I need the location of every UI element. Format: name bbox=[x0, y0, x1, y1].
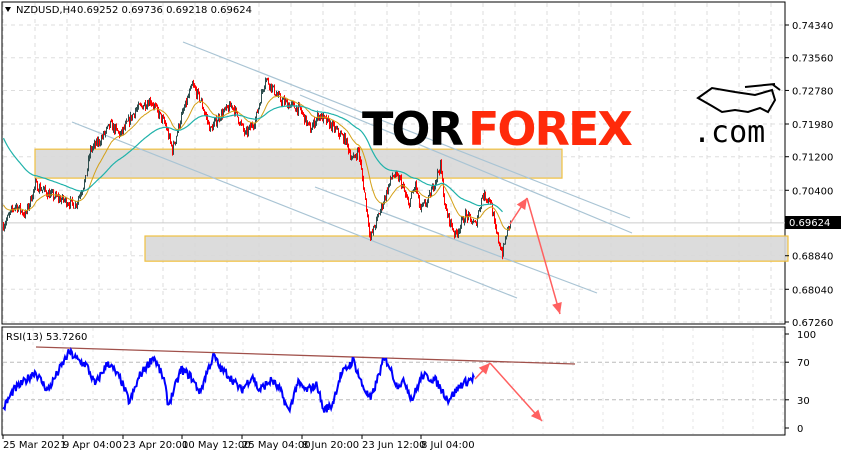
price-zone bbox=[144, 235, 789, 262]
price-tick-label: 0.67260 bbox=[792, 318, 833, 329]
rsi-tick-label: 30 bbox=[797, 396, 810, 407]
logo-text-com: .com bbox=[693, 115, 765, 150]
time-tick-label: 8 Jun 20:00 bbox=[302, 440, 359, 451]
time-tick-label: 8 Jul 04:00 bbox=[421, 440, 475, 451]
time-axis: 25 Mar 20219 Apr 04:00 23 Apr 20:0010 May… bbox=[2, 435, 475, 451]
time-tick-label: 23 Apr 20:00 bbox=[123, 440, 188, 451]
price-tick-label: 0.73560 bbox=[792, 54, 833, 65]
chart-header: NZDUSD,H4 0.69252 0.69736 0.69218 0.6962… bbox=[5, 5, 252, 16]
price-tick-label: 0.72780 bbox=[792, 86, 833, 97]
time-tick-label: 25 Mar 2021 bbox=[3, 440, 66, 451]
time-tick-label: 10 May 12:00 bbox=[182, 440, 251, 451]
price-tick-label: 0.68040 bbox=[792, 285, 833, 296]
price-tick-label: 0.70400 bbox=[792, 186, 833, 197]
current-price-label: 0.69624 bbox=[789, 218, 830, 229]
price-axis: 0.74340 0.73560 0.72780 0.71980 0.71200 0.704… bbox=[785, 21, 833, 329]
price-tick-label: 0.71980 bbox=[792, 120, 833, 131]
symbol-label: NZDUSD,H4 bbox=[16, 5, 76, 16]
time-tick-label: 9 Apr 04:00 bbox=[63, 440, 122, 451]
time-tick-label: 23 Jun 12:00 bbox=[362, 440, 426, 451]
rsi-label: RSI(13) 53.7260 bbox=[6, 332, 87, 343]
rsi-tick-label: 100 bbox=[797, 330, 816, 341]
rsi-tick-label: 70 bbox=[797, 358, 810, 369]
price-tick-label: 0.71200 bbox=[792, 153, 833, 164]
rsi-axis: 100 70 30 0 bbox=[785, 330, 816, 435]
price-tick-label: 0.74340 bbox=[792, 21, 833, 32]
logo-text-tor: TOR bbox=[362, 102, 463, 156]
price-tick-label: 0.68840 bbox=[792, 252, 833, 263]
chart-canvas: TOR FOREX .com NZDUSD,H4 0.69252 0.69736… bbox=[1, 1, 841, 451]
current-price-tag: 0.69624 bbox=[785, 216, 841, 229]
logo-text-forex: FOREX bbox=[468, 102, 632, 156]
ohlc-values: 0.69252 0.69736 0.69218 0.69624 bbox=[77, 5, 252, 16]
rsi-tick-label: 0 bbox=[797, 424, 803, 435]
time-tick-label: 25 May 04:00 bbox=[242, 440, 311, 451]
